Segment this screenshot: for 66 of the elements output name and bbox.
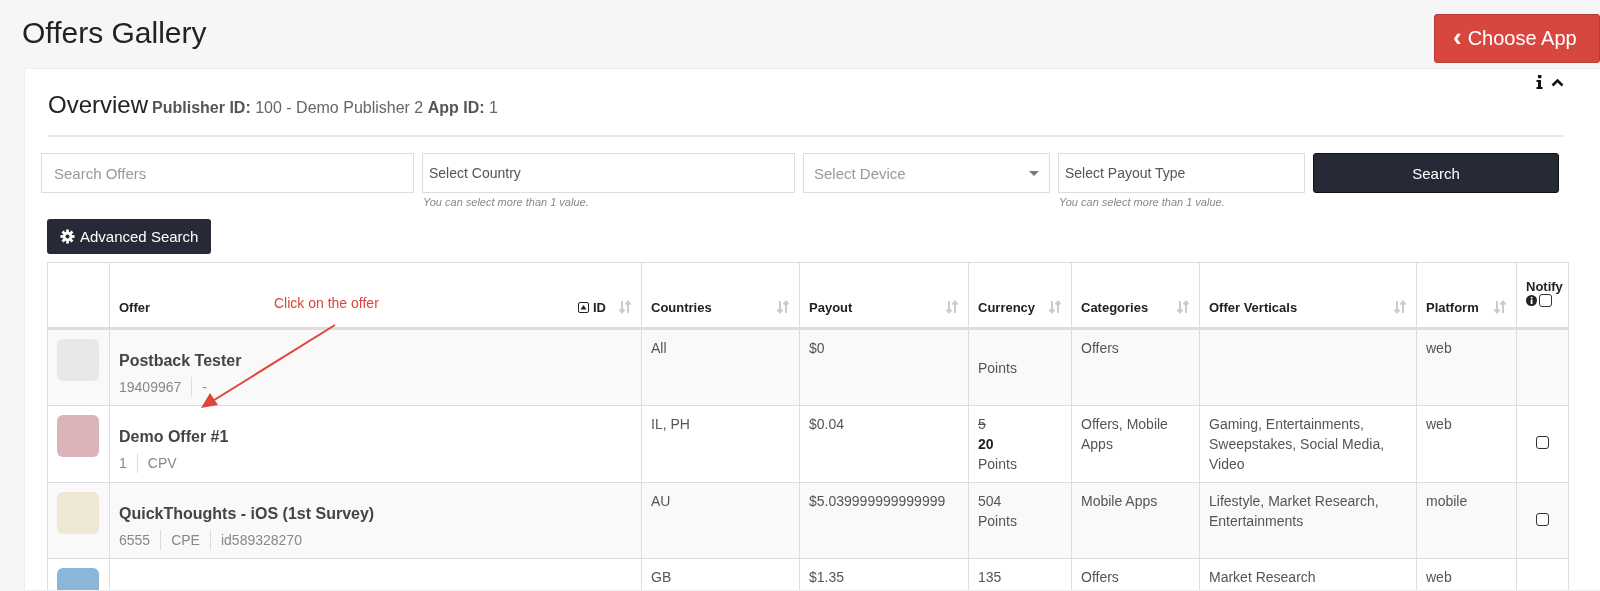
panel-subtitle: Publisher ID: 100 - Demo Publisher 2 App ID: 1 <box>152 99 498 116</box>
checkbox[interactable] <box>1539 294 1552 307</box>
table-cell: $0 <box>809 340 825 356</box>
column-header: Offer <box>119 299 151 315</box>
currency-text: 504 <box>978 492 1003 511</box>
table-cell: AU <box>651 493 671 509</box>
table-cell: mobile <box>1426 493 1468 509</box>
currency-text: Points <box>978 455 1018 474</box>
annotation-text: Click on the offer <box>274 295 379 311</box>
table-cell: IL, PH <box>651 416 690 432</box>
column-header: Offer Verticals <box>1209 299 1298 315</box>
gear-icon <box>60 229 75 244</box>
currency-text: 20 <box>978 435 995 454</box>
column-header: Platform <box>1426 299 1479 315</box>
column-header: ID <box>593 299 606 315</box>
offer-meta: 19409967 <box>119 378 183 397</box>
thumbnail-image <box>57 415 99 457</box>
table-cell: GB <box>651 569 672 585</box>
page-title: Offers Gallery <box>22 16 207 50</box>
offer-meta: id589328270 <box>209 530 312 550</box>
offer-meta: CPE <box>160 530 210 550</box>
table-cell: Offers, Mobile Apps <box>1081 416 1168 452</box>
checkbox[interactable] <box>1536 512 1549 526</box>
table-cell: $0.04 <box>809 416 845 432</box>
table-cell: Offers <box>1081 340 1119 356</box>
multi-select-field[interactable]: Select Payout Type <box>1058 153 1305 193</box>
hint-text: You can select more than 1 value. <box>1059 196 1226 208</box>
column-header: Payout <box>809 299 853 315</box>
offer-meta: 1 <box>119 454 128 473</box>
multi-select-field[interactable]: Select Country <box>422 153 795 193</box>
table-cell: Mobile Apps <box>1081 493 1158 509</box>
offer-meta: 6555 <box>119 531 152 550</box>
currency-text: 5 <box>978 415 987 434</box>
thumbnail-image <box>57 492 99 534</box>
table-cell: Offers <box>1081 569 1119 585</box>
search-button[interactable]: Search <box>1313 153 1559 193</box>
currency-text: Points <box>978 512 1018 531</box>
offer-name[interactable]: Postback Tester <box>119 351 632 371</box>
checkbox[interactable] <box>1536 436 1549 449</box>
panel-title: Overview <box>48 91 149 118</box>
column-header: Categories <box>1081 299 1149 315</box>
table-cell: Gaming, Entertainments, Sweepstakes, Social Media, Video <box>1209 416 1385 472</box>
table-cell: Market Research <box>1209 569 1316 585</box>
hint-text: You can select more than 1 value. <box>423 196 590 208</box>
caret-icon <box>1029 170 1039 176</box>
offer-name[interactable]: QuickThoughts - iOS (1st Survey) <box>119 504 632 524</box>
table-cell: web <box>1426 416 1452 432</box>
table-cell: All <box>651 340 667 356</box>
column-header: Countries <box>651 299 712 315</box>
table-cell: $5.039999999999999 <box>809 493 946 509</box>
sort-ascending-icon[interactable] <box>578 301 589 313</box>
table-cell: web <box>1426 340 1452 356</box>
info-icon[interactable] <box>1536 75 1543 89</box>
collapse-icon[interactable] <box>1551 77 1564 87</box>
advanced-search-button[interactable]: Advanced Search <box>47 219 212 254</box>
offer-name[interactable]: Demo Offer #1 <box>119 427 632 447</box>
offer-meta: CPV <box>136 453 187 473</box>
table-cell: $1.35 <box>809 569 845 585</box>
column-header: Currency <box>978 299 1036 315</box>
info-icon[interactable] <box>1526 295 1537 306</box>
currency-text: Points <box>978 359 1018 378</box>
table-cell: web <box>1426 569 1452 585</box>
choose-app-button[interactable]: ‹ Choose App <box>1434 14 1600 63</box>
table-cell: Lifestyle, Market Research, Entertainments <box>1209 493 1379 529</box>
column-header: Notify <box>1526 279 1563 294</box>
currency-text: 135 <box>978 568 1003 587</box>
